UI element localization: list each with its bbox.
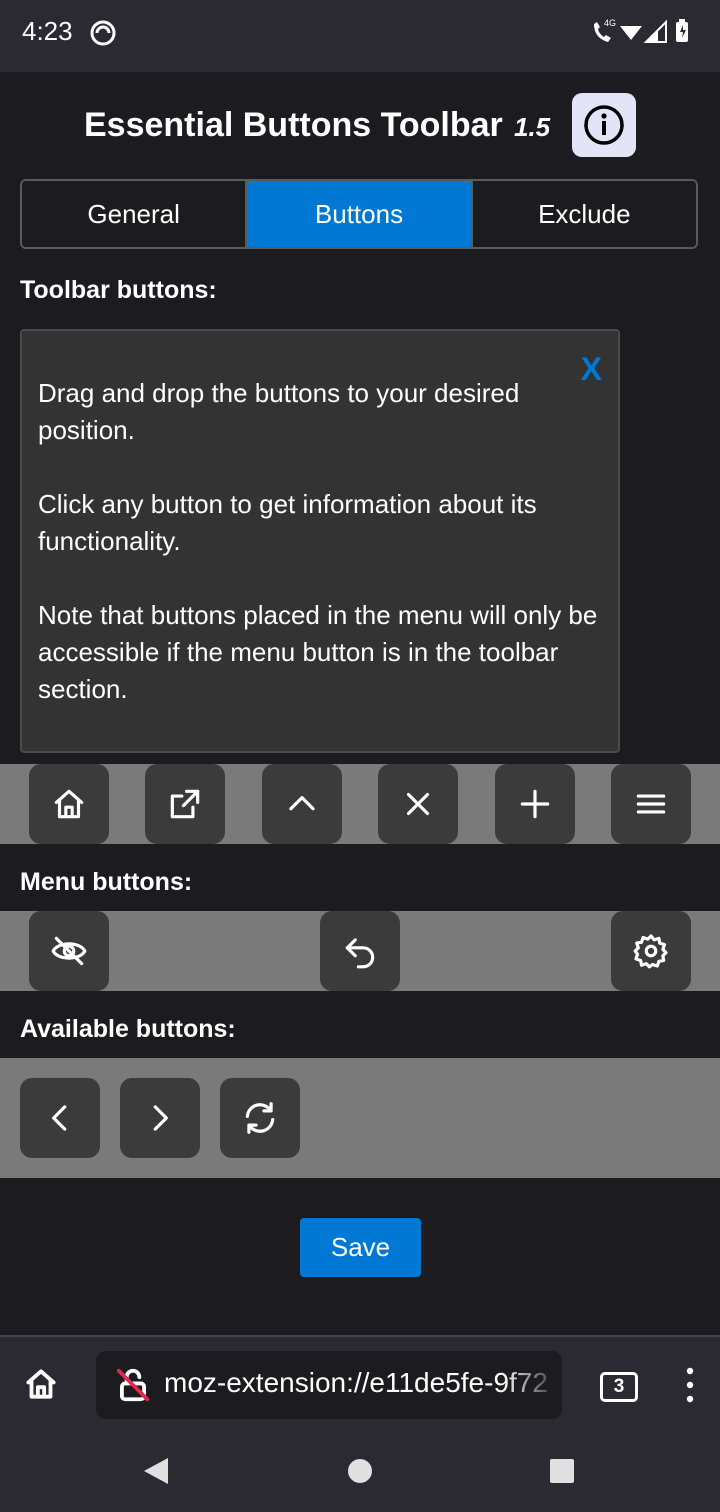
do-not-disturb-icon	[90, 20, 116, 46]
refresh-icon	[245, 1102, 275, 1134]
overflow-menu-icon[interactable]	[676, 1365, 704, 1405]
toolbar-menu-button[interactable]	[611, 764, 691, 844]
undo-icon	[345, 938, 375, 969]
available-buttons-heading: Available buttons:	[20, 1015, 236, 1043]
available-reload-button[interactable]	[220, 1078, 300, 1158]
info-paragraph-1: Drag and drop the buttons to your desire…	[38, 378, 520, 445]
network-label: 4G	[604, 18, 616, 28]
chevron-up-icon	[289, 796, 315, 811]
chevron-right-icon	[153, 1105, 168, 1131]
toolbar-buttons-heading: Toolbar buttons:	[20, 276, 217, 304]
status-time: 4:23	[22, 16, 73, 46]
tab-bar: General Buttons Exclude	[20, 179, 698, 249]
gear-icon	[633, 934, 668, 969]
tab-count-button[interactable]: 3	[600, 1372, 638, 1402]
status-bar: 4:23 4G	[0, 0, 720, 72]
header: Essential Buttons Toolbar 1.5	[0, 92, 720, 158]
menu-undo-button[interactable]	[320, 911, 400, 991]
page-title: Essential Buttons Toolbar	[84, 106, 503, 144]
options-page: Essential Buttons Toolbar 1.5 General Bu…	[0, 72, 720, 1335]
toolbar-close-tab-button[interactable]	[378, 764, 458, 844]
info-button[interactable]	[572, 93, 636, 157]
status-icons: 4G	[590, 16, 700, 48]
menu-icon	[636, 794, 666, 814]
available-buttons-strip	[0, 1058, 720, 1178]
menu-hide-button[interactable]	[29, 911, 109, 991]
info-paragraph-2: Click any button to get information abou…	[38, 489, 537, 556]
available-forward-button[interactable]	[120, 1078, 200, 1158]
info-paragraph-3: Note that buttons placed in the menu wil…	[38, 600, 598, 704]
open-external-icon	[170, 789, 200, 819]
info-icon	[584, 105, 624, 145]
tab-buttons[interactable]: Buttons	[245, 181, 471, 247]
chevron-left-icon	[52, 1105, 67, 1131]
wifi-icon	[620, 26, 642, 40]
menu-buttons-strip	[0, 911, 720, 991]
close-icon	[406, 792, 430, 816]
save-button[interactable]: Save	[300, 1218, 421, 1277]
eye-off-icon	[51, 936, 87, 966]
toolbar-home-button[interactable]	[29, 764, 109, 844]
tab-general[interactable]: General	[22, 181, 246, 247]
available-back-button[interactable]	[20, 1078, 100, 1158]
insecure-lock-icon	[116, 1368, 150, 1402]
home-nav-icon[interactable]	[346, 1457, 374, 1485]
url-text: moz-extension://e11de5fe-9f72	[164, 1367, 548, 1398]
toolbar-buttons-strip	[0, 764, 720, 844]
browser-toolbar: moz-extension://e11de5fe-9f72 3	[0, 1335, 720, 1430]
signal-icon	[643, 19, 667, 43]
battery-charging-icon	[676, 19, 688, 42]
toolbar-scroll-up-button[interactable]	[262, 764, 342, 844]
url-bar[interactable]: moz-extension://e11de5fe-9f72	[96, 1351, 562, 1419]
menu-buttons-heading: Menu buttons:	[20, 868, 193, 896]
home-icon[interactable]	[22, 1365, 60, 1403]
version-label: 1.5	[514, 112, 551, 142]
plus-icon	[520, 789, 550, 819]
home-icon	[54, 789, 84, 819]
system-nav-bar	[0, 1430, 720, 1512]
info-box: X Drag and drop the buttons to your desi…	[20, 329, 620, 753]
menu-settings-button[interactable]	[611, 911, 691, 991]
toolbar-new-tab-button[interactable]	[495, 764, 575, 844]
tab-exclude[interactable]: Exclude	[470, 181, 696, 247]
toolbar-open-external-button[interactable]	[145, 764, 225, 844]
recents-icon[interactable]	[549, 1458, 575, 1484]
back-icon[interactable]	[142, 1456, 170, 1486]
